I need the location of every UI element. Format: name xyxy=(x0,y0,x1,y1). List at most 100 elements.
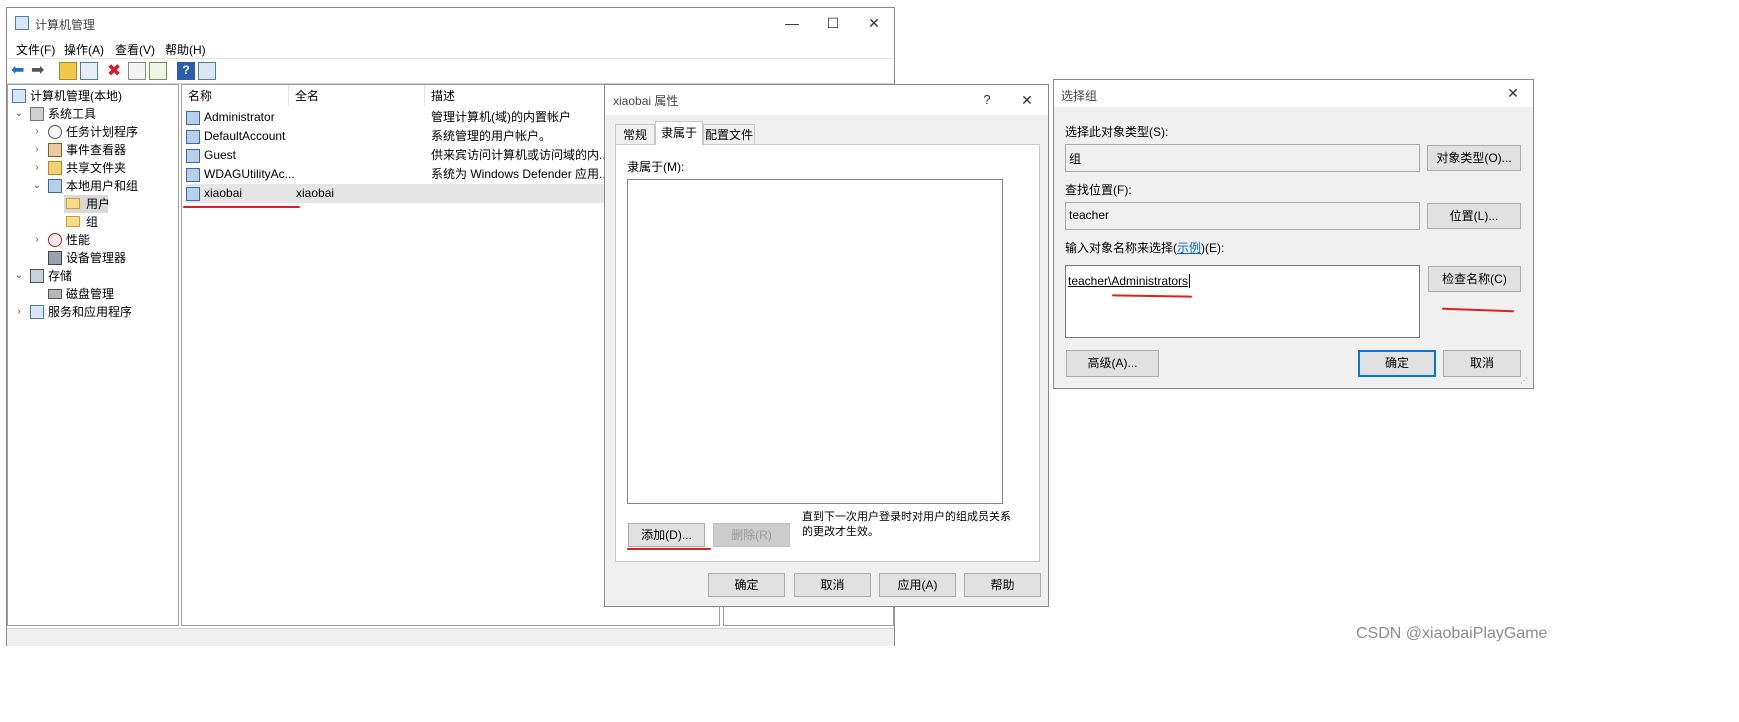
column-header-name[interactable]: 名称 xyxy=(182,85,289,107)
shared-folder-icon xyxy=(48,161,62,175)
chevron-right-icon[interactable]: › xyxy=(32,141,42,159)
back-icon[interactable]: ⬅ xyxy=(11,62,29,80)
advanced-button[interactable]: 高级(A)... xyxy=(1066,350,1159,377)
tree-item-disk-management[interactable]: 磁盘管理 xyxy=(30,285,114,303)
action-pane-icon[interactable] xyxy=(198,62,216,80)
ok-button[interactable]: 确定 xyxy=(1358,350,1436,377)
cancel-button[interactable]: 取消 xyxy=(794,573,871,597)
maximize-icon[interactable]: ☐ xyxy=(811,12,855,34)
locations-button[interactable]: 位置(L)... xyxy=(1427,203,1521,229)
properties-titlebar: xiaobai 属性 ? ✕ xyxy=(605,85,1048,115)
chevron-down-icon[interactable]: ⌄ xyxy=(14,105,24,123)
computer-management-icon xyxy=(12,89,26,103)
column-header-fullname[interactable]: 全名 xyxy=(289,85,425,107)
tree-pane: 计算机管理(本地) ⌄ 系统工具 › 任务计划程序 › 事件查看器 › 共享文件… xyxy=(7,84,179,626)
tree-item-groups[interactable]: 组 xyxy=(64,213,98,231)
minimize-icon[interactable]: — xyxy=(770,12,814,34)
member-of-list[interactable] xyxy=(627,179,1003,504)
object-names-label: 输入对象名称来选择(示例)(E): xyxy=(1065,241,1225,255)
properties-icon[interactable] xyxy=(128,62,146,80)
remove-group-button[interactable]: 删除(R) xyxy=(713,523,790,547)
main-titlebar: 计算机管理 — ☐ ✕ xyxy=(7,8,894,38)
up-folder-icon[interactable] xyxy=(59,62,77,80)
annotation-underline-add xyxy=(627,548,711,550)
tree-item-storage[interactable]: ⌄ 存储 xyxy=(12,267,72,285)
user-icon xyxy=(186,149,200,163)
apply-button[interactable]: 应用(A) xyxy=(879,573,956,597)
object-names-text: teacher\Administrators xyxy=(1068,274,1191,288)
select-group-dialog: 选择组 ✕ 选择此对象类型(S): 组 对象类型(O)... 查找位置(F): … xyxy=(1053,79,1534,389)
folder-icon xyxy=(66,198,80,209)
select-group-title: 选择组 xyxy=(1061,89,1098,103)
computer-management-icon xyxy=(15,16,29,30)
tree-item-device-manager[interactable]: 设备管理器 xyxy=(30,249,126,267)
menu-file[interactable]: 文件(F) xyxy=(16,41,55,58)
event-viewer-icon xyxy=(48,143,62,157)
location-label: 查找位置(F): xyxy=(1065,183,1132,197)
chevron-down-icon[interactable]: ⌄ xyxy=(14,267,24,285)
ok-button[interactable]: 确定 xyxy=(708,573,785,597)
object-type-field: 组 xyxy=(1065,144,1420,172)
help-icon[interactable]: ? xyxy=(965,89,1009,111)
forward-icon[interactable]: ➡ xyxy=(31,62,49,80)
menu-help[interactable]: 帮助(H) xyxy=(165,41,206,58)
tree-item-services-apps[interactable]: › 服务和应用程序 xyxy=(12,303,132,321)
tree-item-root[interactable]: 计算机管理(本地) xyxy=(12,87,122,105)
delete-icon[interactable]: ✖ xyxy=(107,62,125,80)
tree-item-local-users-groups[interactable]: ⌄ 本地用户和组 xyxy=(30,177,138,195)
annotation-underline-xiaobai xyxy=(183,206,300,208)
menu-view[interactable]: 查看(V) xyxy=(115,41,155,58)
main-window-title: 计算机管理 xyxy=(35,18,96,32)
tab-member-of[interactable]: 隶属于 xyxy=(655,121,703,145)
status-bar xyxy=(7,628,894,646)
tab-general[interactable]: 常规 xyxy=(615,124,655,144)
help-button[interactable]: 帮助 xyxy=(964,573,1041,597)
tree-item-performance[interactable]: › 性能 xyxy=(30,231,90,249)
check-names-button[interactable]: 检查名称(C) xyxy=(1428,266,1521,292)
close-icon[interactable]: ✕ xyxy=(1005,89,1049,111)
column-header-description[interactable]: 描述 xyxy=(425,85,625,107)
tree-item-users[interactable]: 用户 xyxy=(64,195,110,213)
clock-icon xyxy=(48,125,62,139)
close-icon[interactable]: ✕ xyxy=(1498,82,1528,104)
chevron-right-icon[interactable]: › xyxy=(14,303,24,321)
object-names-input[interactable]: teacher\Administrators xyxy=(1065,265,1420,338)
chevron-right-icon[interactable]: › xyxy=(32,159,42,177)
menu-action[interactable]: 操作(A) xyxy=(64,41,104,58)
disk-icon xyxy=(48,289,62,299)
folder-icon xyxy=(66,216,80,227)
device-manager-icon xyxy=(48,251,62,265)
menu-bar: 文件(F) 操作(A) 查看(V) 帮助(H) xyxy=(7,38,894,58)
member-of-label: 隶属于(M): xyxy=(627,160,685,174)
users-icon xyxy=(48,179,62,193)
member-of-panel: 隶属于(M): 添加(D)... 删除(R) 直到下一次用户登录时对用户的组成员… xyxy=(615,144,1040,562)
toolbar: ⬅ ➡ ✖ ? xyxy=(7,58,894,84)
tree-item-event-viewer[interactable]: › 事件查看器 xyxy=(30,141,126,159)
user-icon xyxy=(186,187,200,201)
storage-icon xyxy=(30,269,44,283)
object-type-label: 选择此对象类型(S): xyxy=(1065,125,1169,139)
tab-profile[interactable]: 配置文件 xyxy=(703,124,755,144)
user-icon xyxy=(186,130,200,144)
help-icon[interactable]: ? xyxy=(177,62,195,80)
select-group-titlebar: 选择组 ✕ xyxy=(1054,80,1533,107)
membership-change-note: 直到下一次用户登录时对用户的组成员关系的更改才生效。 xyxy=(802,511,1011,538)
tree-item-task-scheduler[interactable]: › 任务计划程序 xyxy=(30,123,138,141)
cancel-button[interactable]: 取消 xyxy=(1443,350,1521,377)
object-types-button[interactable]: 对象类型(O)... xyxy=(1427,145,1521,171)
chevron-down-icon[interactable]: ⌄ xyxy=(32,177,42,195)
resize-grip-icon[interactable]: ⋰ xyxy=(1520,376,1530,386)
performance-icon xyxy=(48,233,62,247)
examples-link[interactable]: 示例 xyxy=(1177,241,1201,255)
close-icon[interactable]: ✕ xyxy=(852,12,896,34)
watermark: CSDN @xiaobaiPlayGame xyxy=(1356,625,1548,642)
show-hide-tree-icon[interactable] xyxy=(80,62,98,80)
export-list-icon[interactable] xyxy=(149,62,167,80)
tree-item-shared-folders[interactable]: › 共享文件夹 xyxy=(30,159,126,177)
chevron-right-icon[interactable]: › xyxy=(32,231,42,249)
services-icon xyxy=(30,305,44,319)
user-properties-dialog: xiaobai 属性 ? ✕ 常规 隶属于 配置文件 隶属于(M): 添加(D)… xyxy=(604,84,1049,607)
add-group-button[interactable]: 添加(D)... xyxy=(628,523,705,547)
tree-item-system-tools[interactable]: ⌄ 系统工具 xyxy=(12,105,96,123)
chevron-right-icon[interactable]: › xyxy=(32,123,42,141)
